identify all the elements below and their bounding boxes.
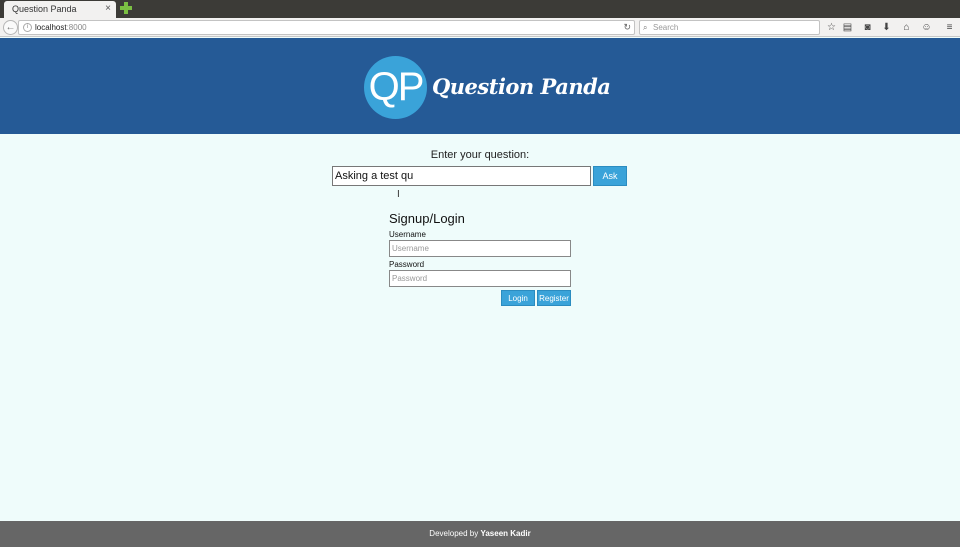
tab-close-icon[interactable]: × — [105, 3, 111, 14]
url-port: :8000 — [66, 23, 87, 32]
browser-nav-bar: ← i localhost:8000 ↻ ⌕ Search ☆ ▤ ◙ ⬇ ⌂ … — [0, 18, 960, 37]
reading-list-icon[interactable]: ▤ — [841, 21, 854, 34]
chat-icon[interactable]: ☺ — [920, 21, 933, 34]
question-label: Enter your question: — [430, 149, 530, 161]
footer-prefix: Developed by — [429, 529, 479, 538]
text-cursor-icon: I — [397, 189, 400, 200]
password-field[interactable] — [389, 270, 571, 287]
pocket-icon[interactable]: ◙ — [861, 21, 874, 34]
home-icon[interactable]: ⌂ — [900, 21, 913, 34]
footer-author: Yaseen Kadir — [480, 529, 531, 538]
search-icon: ⌕ — [643, 23, 648, 32]
site-header: QP Question Panda — [0, 38, 960, 134]
new-tab-icon[interactable] — [120, 2, 132, 14]
download-icon[interactable]: ⬇ — [880, 21, 893, 34]
register-button[interactable]: Register — [537, 290, 571, 306]
bookmark-star-icon[interactable]: ☆ — [825, 21, 838, 34]
login-button[interactable]: Login — [501, 290, 535, 306]
logo[interactable]: QP — [364, 56, 427, 119]
site-footer: Developed by Yaseen Kadir — [0, 521, 960, 547]
url-bar[interactable]: i localhost:8000 ↻ — [18, 20, 635, 35]
question-input[interactable] — [332, 166, 591, 186]
browser-search-placeholder: Search — [653, 23, 679, 32]
signup-login-title: Signup/Login — [389, 211, 465, 226]
menu-icon[interactable]: ≡ — [943, 21, 956, 34]
ask-button[interactable]: Ask — [593, 166, 627, 186]
browser-tab[interactable]: Question Panda × — [4, 1, 116, 18]
info-icon[interactable]: i — [23, 23, 32, 32]
browser-tab-bar: Question Panda × — [0, 0, 960, 18]
password-label: Password — [389, 260, 425, 269]
username-label: Username — [389, 230, 426, 239]
tab-title: Question Panda — [12, 4, 77, 14]
url-host: localhost — [35, 23, 67, 32]
back-arrow-icon[interactable]: ← — [3, 20, 18, 35]
reload-icon[interactable]: ↻ — [623, 21, 631, 34]
brand-name[interactable]: Question Panda — [432, 74, 611, 99]
username-field[interactable] — [389, 240, 571, 257]
browser-search-bar[interactable]: ⌕ Search — [639, 20, 820, 35]
